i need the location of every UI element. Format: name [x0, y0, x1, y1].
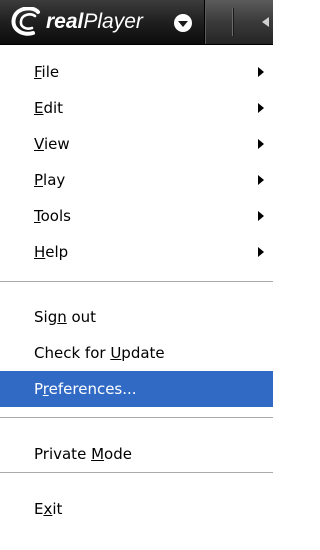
menu-item-help[interactable]: Help: [0, 234, 273, 270]
menu-item-sign-out[interactable]: Sign out: [0, 299, 273, 335]
menu-item-tools[interactable]: Tools: [0, 198, 273, 234]
logo-text-player: Player: [83, 10, 143, 33]
menu-item-label: Preferences...: [34, 380, 137, 398]
back-arrow-icon[interactable]: [262, 17, 270, 27]
submenu-arrow-icon: [258, 67, 264, 77]
realplayer-menu-button[interactable]: realPlayer: [0, 0, 206, 44]
menu-item-label: Help: [34, 243, 69, 261]
menu-item-label: Sign out: [34, 308, 97, 326]
chevron-down-icon: [174, 14, 192, 32]
submenu-arrow-icon: [258, 175, 264, 185]
submenu-arrow-icon: [258, 103, 264, 113]
logo-text-real: real: [46, 10, 84, 33]
menu-separator: [0, 472, 273, 473]
app-logo-text: realPlayer: [46, 9, 143, 35]
title-bar: realPlayer: [0, 0, 273, 45]
menu-item-label: File: [34, 63, 60, 81]
submenu-arrow-icon: [258, 139, 264, 149]
menu-item-play[interactable]: Play: [0, 162, 273, 198]
menu-item-label: Edit: [34, 99, 64, 117]
menu-item-private-mode[interactable]: Private Mode: [0, 436, 273, 472]
menu-item-label: Exit: [34, 500, 63, 518]
menu-separator: [0, 281, 273, 282]
menu-item-exit[interactable]: Exit: [0, 491, 273, 527]
menu-item-label: Private Mode: [34, 445, 132, 463]
menu-item-label: Check for Update: [34, 344, 165, 362]
realplayer-logo-icon: [11, 7, 40, 36]
menu-item-check-update[interactable]: Check for Update: [0, 335, 273, 371]
menu-item-label: Play: [34, 171, 66, 189]
menu-item-preferences[interactable]: Preferences...: [0, 371, 273, 407]
toolbar-divider: [232, 8, 233, 36]
dropdown-menu: File Edit View Play Tools Help Sign out Check f…: [0, 45, 273, 550]
submenu-arrow-icon: [258, 211, 264, 221]
menu-separator: [0, 417, 273, 418]
menu-item-label: Tools: [34, 207, 71, 225]
menu-item-label: View: [34, 135, 70, 153]
submenu-arrow-icon: [258, 247, 264, 257]
menu-item-view[interactable]: View: [0, 126, 273, 162]
menu-item-file[interactable]: File: [0, 54, 273, 90]
menu-item-edit[interactable]: Edit: [0, 90, 273, 126]
